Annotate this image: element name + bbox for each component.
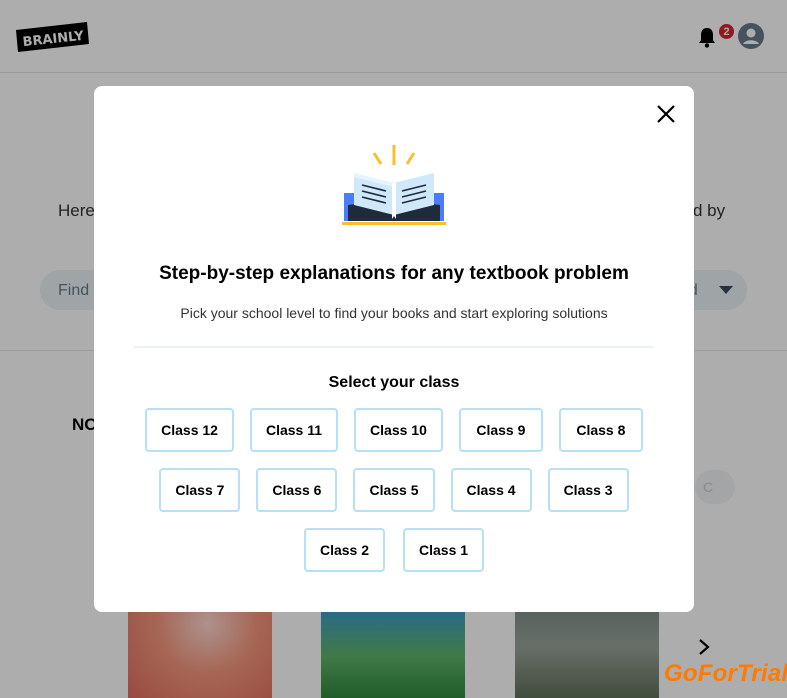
class-5-button[interactable]: Class 5 [353,468,435,512]
open-book-icon [342,145,446,225]
class-4-button[interactable]: Class 4 [450,468,532,512]
class-row: Class 12 Class 11 Class 10 Class 9 Class… [94,408,694,452]
select-class-label: Select your class [328,374,460,391]
modal-title: Step-by-step explanations for any textbo… [159,263,629,284]
class-9-button[interactable]: Class 9 [458,408,543,452]
class-2-button[interactable]: Class 2 [303,528,385,572]
class-row: Class 7 Class 6 Class 5 Class 4 Class 3 [94,468,694,512]
watermark-text: GoForTrial [664,660,787,687]
modal-divider [134,346,654,348]
class-10-button[interactable]: Class 10 [354,408,443,452]
class-selection-modal: Step-by-step explanations for any textbo… [94,86,694,612]
class-6-button[interactable]: Class 6 [256,468,338,512]
class-8-button[interactable]: Class 8 [558,408,643,452]
class-7-button[interactable]: Class 7 [159,468,241,512]
class-row: Class 2 Class 1 [94,528,694,572]
class-11-button[interactable]: Class 11 [249,408,339,452]
class-12-button[interactable]: Class 12 [145,408,234,452]
modal-subtitle: Pick your school level to find your book… [180,305,608,321]
close-icon[interactable] [656,104,676,124]
class-1-button[interactable]: Class 1 [403,528,485,572]
class-3-button[interactable]: Class 3 [547,468,629,512]
